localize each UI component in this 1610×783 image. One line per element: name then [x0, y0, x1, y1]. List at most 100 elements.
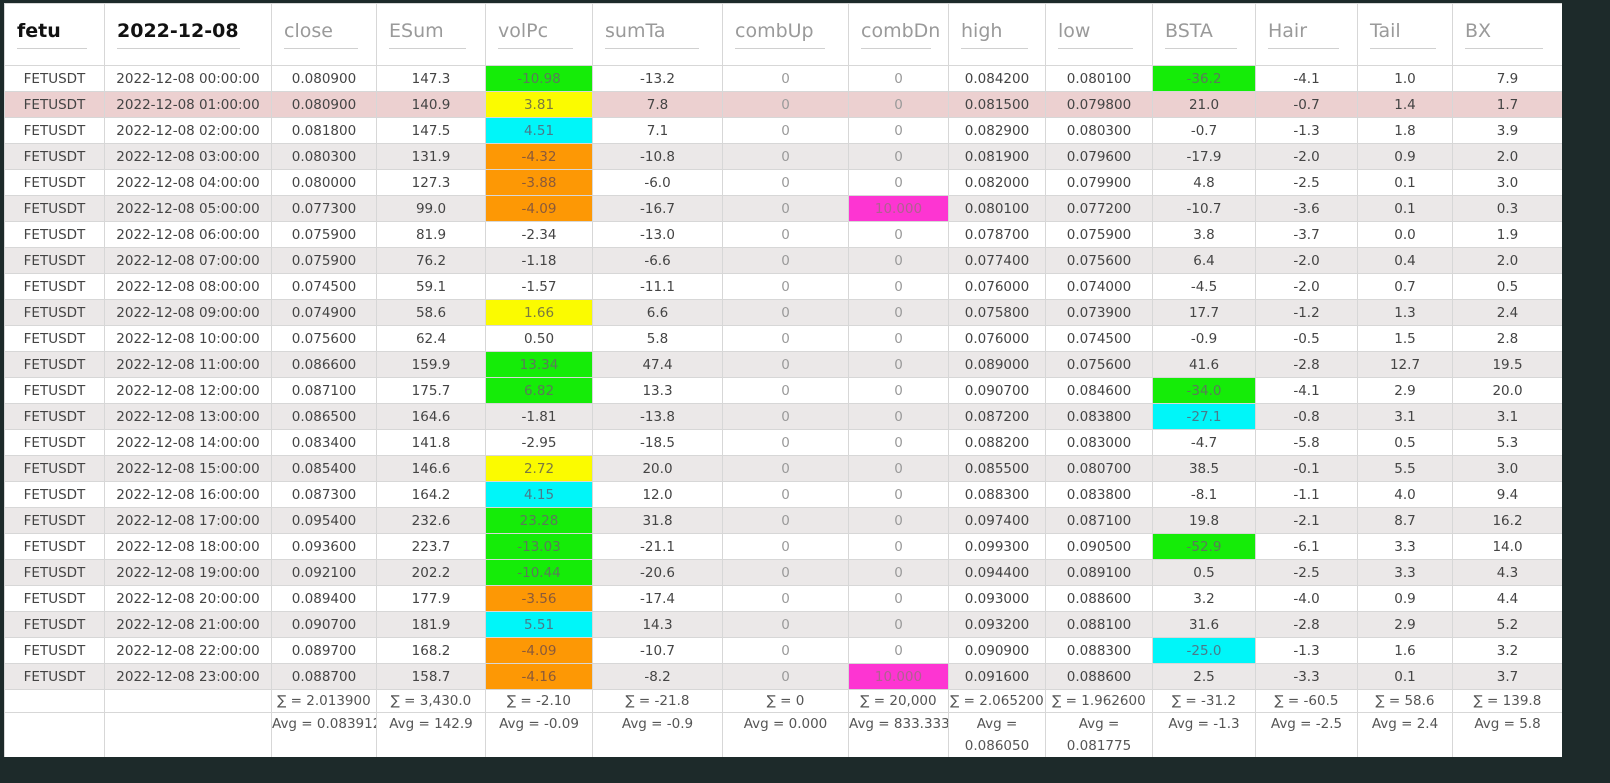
cell-sumta: 12.0: [592, 481, 723, 508]
table-row[interactable]: FETUSDT 2022-12-08 21:00:00 0.090700 181.9 5…: [4, 611, 1562, 638]
cell-esum: 140.9: [376, 91, 486, 118]
avg-cell: Avg = 2.4: [1357, 712, 1453, 757]
cell-volpc: 4.51: [485, 117, 593, 144]
cell-esum: 164.6: [376, 403, 486, 430]
cell-high: 0.089000: [948, 351, 1046, 378]
table-row[interactable]: FETUSDT 2022-12-08 10:00:00 0.075600 62.4 0.…: [4, 325, 1562, 352]
cell-high: 0.080100: [948, 195, 1046, 222]
cell-bx: 4.3: [1452, 559, 1562, 586]
symbol-header[interactable]: fetu: [4, 3, 105, 66]
table-row[interactable]: FETUSDT 2022-12-08 22:00:00 0.089700 168.2-…: [4, 637, 1562, 664]
cell-combdn: 0: [848, 91, 949, 118]
column-header-hair[interactable]: Hair: [1255, 3, 1358, 66]
cell-volpc: -4.16: [485, 663, 593, 690]
column-header-bsta[interactable]: BSTA: [1152, 3, 1256, 66]
table-row[interactable]: FETUSDT 2022-12-08 23:00:00 0.088700 158.7-…: [4, 663, 1562, 690]
column-header-bx[interactable]: BX: [1452, 3, 1562, 66]
cell-combup: 0: [722, 221, 849, 248]
cell-volpc: 13.34: [485, 351, 593, 378]
ohlc-data-table: fetu 2022-12-08 close ESum volPc sumTa c…: [4, 3, 1562, 757]
cell-low: 0.083800: [1045, 403, 1153, 430]
cell-combdn: 0: [848, 143, 949, 170]
cell-sym: FETUSDT: [4, 221, 105, 248]
table-row[interactable]: FETUSDT 2022-12-08 15:00:00 0.085400 146.6 2…: [4, 455, 1562, 482]
cell-low: 0.088100: [1045, 611, 1153, 638]
column-header-esum[interactable]: ESum: [376, 3, 486, 66]
table-row[interactable]: FETUSDT 2022-12-08 11:00:00 0.086600 159.9 1…: [4, 351, 1562, 378]
cell-low: 0.079600: [1045, 143, 1153, 170]
table-row[interactable]: FETUSDT 2022-12-08 03:00:00 0.080300 131.9-…: [4, 143, 1562, 170]
cell-combup: 0: [722, 117, 849, 144]
column-header-combup[interactable]: combUp: [722, 3, 849, 66]
column-header-sumta[interactable]: sumTa: [592, 3, 723, 66]
table-row[interactable]: FETUSDT 2022-12-08 20:00:00 0.089400 177.9-…: [4, 585, 1562, 612]
cell-low: 0.079900: [1045, 169, 1153, 196]
cell-sumta: -6.6: [592, 247, 723, 274]
table-row[interactable]: FETUSDT 2022-12-08 05:00:00 0.077300 99.0 -4…: [4, 195, 1562, 222]
cell-tail: 5.5: [1357, 455, 1453, 482]
cell-volpc: 1.66: [485, 299, 593, 326]
table-row[interactable]: FETUSDT 2022-12-08 18:00:00 0.093600 223.7-…: [4, 533, 1562, 560]
table-row[interactable]: FETUSDT 2022-12-08 02:00:00 0.081800 147.5 4…: [4, 117, 1562, 144]
column-header-volpc[interactable]: volPc: [485, 3, 593, 66]
table-row[interactable]: FETUSDT 2022-12-08 06:00:00 0.075900 81.9 -2…: [4, 221, 1562, 248]
cell-esum: 58.6: [376, 299, 486, 326]
date-header[interactable]: 2022-12-08: [104, 3, 272, 66]
cell-high: 0.088200: [948, 429, 1046, 456]
cell-esum: 99.0: [376, 195, 486, 222]
cell-time: 2022-12-08 10:00:00: [104, 325, 272, 352]
sum-spacer: [4, 689, 105, 713]
cell-sym: FETUSDT: [4, 91, 105, 118]
cell-esum: 177.9: [376, 585, 486, 612]
cell-bsta: -36.2: [1152, 65, 1256, 92]
column-header-high[interactable]: high: [948, 3, 1046, 66]
cell-sym: FETUSDT: [4, 195, 105, 222]
cell-volpc: 3.81: [485, 91, 593, 118]
cell-combdn: 0: [848, 65, 949, 92]
cell-bsta: 3.8: [1152, 221, 1256, 248]
cell-bx: 3.0: [1452, 455, 1562, 482]
avg-cell: Avg = 5.8: [1452, 712, 1562, 757]
table-row[interactable]: FETUSDT 2022-12-08 19:00:00 0.092100 202.2-…: [4, 559, 1562, 586]
cell-time: 2022-12-08 00:00:00: [104, 65, 272, 92]
column-header-close[interactable]: close: [271, 3, 377, 66]
table-row[interactable]: FETUSDT 2022-12-08 04:00:00 0.080000 127.3-…: [4, 169, 1562, 196]
table-row[interactable]: FETUSDT 2022-12-08 01:00:00 0.080900 140.9 3…: [4, 91, 1562, 118]
cell-combdn: 0: [848, 481, 949, 508]
cell-volpc: -2.34: [485, 221, 593, 248]
cell-high: 0.081500: [948, 91, 1046, 118]
table-row[interactable]: FETUSDT 2022-12-08 17:00:00 0.095400 232.6 2…: [4, 507, 1562, 534]
cell-bx: 5.3: [1452, 429, 1562, 456]
cell-combup: 0: [722, 559, 849, 586]
cell-bsta: -4.5: [1152, 273, 1256, 300]
cell-esum: 81.9: [376, 221, 486, 248]
cell-volpc: 23.28: [485, 507, 593, 534]
cell-sumta: -11.1: [592, 273, 723, 300]
cell-hair: -2.1: [1255, 507, 1358, 534]
cell-hair: -0.1: [1255, 455, 1358, 482]
cell-combup: 0: [722, 91, 849, 118]
cell-time: 2022-12-08 21:00:00: [104, 611, 272, 638]
cell-volpc: -3.88: [485, 169, 593, 196]
column-header-low[interactable]: low: [1045, 3, 1153, 66]
cell-combup: 0: [722, 611, 849, 638]
cell-low: 0.088300: [1045, 637, 1153, 664]
column-header-combdn[interactable]: combDn: [848, 3, 949, 66]
table-row[interactable]: FETUSDT 2022-12-08 07:00:00 0.075900 76.2 -1…: [4, 247, 1562, 274]
table-row[interactable]: FETUSDT 2022-12-08 00:00:00 0.080900 147.3-…: [4, 65, 1562, 92]
cell-tail: 3.1: [1357, 403, 1453, 430]
cell-bsta: -0.9: [1152, 325, 1256, 352]
cell-bx: 2.0: [1452, 143, 1562, 170]
table-row[interactable]: FETUSDT 2022-12-08 08:00:00 0.074500 59.1 -1…: [4, 273, 1562, 300]
table-row[interactable]: FETUSDT 2022-12-08 09:00:00 0.074900 58.6 1.…: [4, 299, 1562, 326]
cell-bx: 20.0: [1452, 377, 1562, 404]
table-row[interactable]: FETUSDT 2022-12-08 13:00:00 0.086500 164.6-…: [4, 403, 1562, 430]
table-row[interactable]: FETUSDT 2022-12-08 16:00:00 0.087300 164.2 4…: [4, 481, 1562, 508]
cell-high: 0.097400: [948, 507, 1046, 534]
column-header-tail[interactable]: Tail: [1357, 3, 1453, 66]
table-row[interactable]: FETUSDT 2022-12-08 12:00:00 0.087100 175.7 6…: [4, 377, 1562, 404]
table-row[interactable]: FETUSDT 2022-12-08 14:00:00 0.083400 141.8-…: [4, 429, 1562, 456]
cell-combdn: 0: [848, 403, 949, 430]
cell-bsta: -27.1: [1152, 403, 1256, 430]
avg-cell: Avg = 142.9: [376, 712, 486, 757]
